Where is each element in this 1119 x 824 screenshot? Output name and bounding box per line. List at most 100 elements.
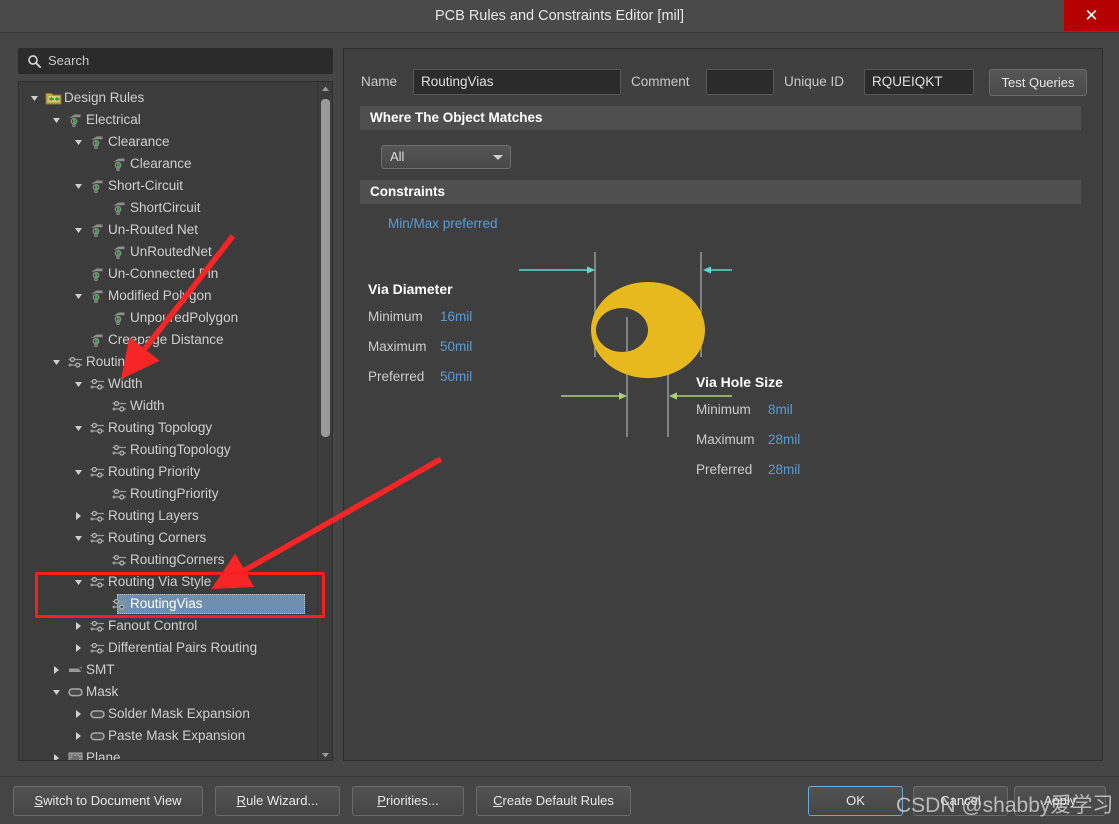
tree-item-label: Width [108,376,143,391]
routing-rule-icon [111,486,128,502]
tree-item-label: RoutingPriority [130,486,219,501]
tree-item-solder-mask-expansion[interactable]: Solder Mask Expansion [19,703,317,725]
tree-item-label: Creepage Distance [108,332,224,347]
search-input[interactable]: Search [18,48,333,74]
via-hole-preferred-label: Preferred [696,462,753,477]
tree-item-unroutednet[interactable]: UnRoutedNet [19,241,317,263]
unique-id-input[interactable]: RQUEIQKT [864,69,974,95]
scrollbar-thumb[interactable] [321,99,330,437]
tree-item-label: Short-Circuit [108,178,184,193]
expander-collapse-icon[interactable] [51,109,62,131]
tree-item-routing-priority[interactable]: Routing Priority [19,461,317,483]
routing-rule-icon [89,376,106,392]
expander-expand-icon[interactable] [51,747,62,760]
expander-collapse-icon[interactable] [73,373,84,395]
tree-item-routing-layers[interactable]: Routing Layers [19,505,317,527]
priorities-button[interactable]: Priorities... [352,786,464,816]
ok-button[interactable]: OK [808,786,903,816]
expander-collapse-icon[interactable] [51,351,62,373]
via-hole-maximum-value[interactable]: 28mil [768,430,800,450]
close-icon[interactable]: ✕ [1064,0,1119,31]
routing-rule-icon [89,464,106,480]
via-hole-minimum-value[interactable]: 8mil [768,400,793,420]
expander-collapse-icon[interactable] [73,131,84,153]
expander-expand-icon[interactable] [73,725,84,747]
rule-name-input[interactable]: RoutingVias [413,69,621,95]
tree-item-clearance[interactable]: Clearance [19,153,317,175]
tree-item-paste-mask-expansion[interactable]: Paste Mask Expansion [19,725,317,747]
expander-collapse-icon[interactable] [73,527,84,549]
tree-item-un-routed-net[interactable]: Un-Routed Net [19,219,317,241]
tree-item-label: Electrical [86,112,141,127]
tree-item-clearance[interactable]: Clearance [19,131,317,153]
window-title: PCB Rules and Constraints Editor [mil] [434,8,684,24]
expander-collapse-icon[interactable] [73,285,84,307]
tree-item-modified-polygon[interactable]: Modified Polygon [19,285,317,307]
via-diameter-preferred-value[interactable]: 50mil [440,367,472,387]
expander-collapse-icon[interactable] [73,571,84,593]
tree-item-un-connected-pin[interactable]: Un-Connected Pin [19,263,317,285]
minmax-preferred-link[interactable]: Min/Max preferred [388,214,498,234]
tree-item-routing-corners[interactable]: Routing Corners [19,527,317,549]
tree-item-creepage-distance[interactable]: Creepage Distance [19,329,317,351]
scroll-down-icon[interactable] [318,747,332,760]
tree-item-routingtopology[interactable]: RoutingTopology [19,439,317,461]
tree-item-electrical[interactable]: Electrical [19,109,317,131]
routing-rule-icon [89,420,106,436]
tree-item-routing[interactable]: Routing [19,351,317,373]
apply-button[interactable]: Apply [1014,786,1106,816]
expander-expand-icon[interactable] [73,637,84,659]
tree-item-shortcircuit[interactable]: ShortCircuit [19,197,317,219]
tree-item-width[interactable]: Width [19,373,317,395]
expander-expand-icon[interactable] [51,659,62,681]
design-rules-folder-icon [45,90,62,106]
tree-item-routing-topology[interactable]: Routing Topology [19,417,317,439]
tree-item-smt[interactable]: SMT [19,659,317,681]
tree-item-label: Clearance [130,156,192,171]
tree-item-width[interactable]: Width [19,395,317,417]
via-hole-preferred-value[interactable]: 28mil [768,460,800,480]
dialog-body: Search Design Rules Electrical Clearance Cl… [0,33,1119,776]
tree-item-fanout-control[interactable]: Fanout Control [19,615,317,637]
scope-dropdown[interactable]: All [381,145,511,169]
tree-item-unpouredpolygon[interactable]: UnpouredPolygon [19,307,317,329]
expander-expand-icon[interactable] [73,615,84,637]
expander-collapse-icon[interactable] [73,175,84,197]
rule-wizard-button[interactable]: Rule Wizard... [215,786,340,816]
via-diameter-minimum-value[interactable]: 16mil [440,307,472,327]
create-default-rules-button[interactable]: Create Default Rules [476,786,631,816]
tree-item-routingcorners[interactable]: RoutingCorners [19,549,317,571]
tree-item-design-rules[interactable]: Design Rules [19,87,317,109]
tree-item-short-circuit[interactable]: Short-Circuit [19,175,317,197]
design-rules-tree[interactable]: Design Rules Electrical Clearance Clearance… [18,81,333,761]
expander-collapse-icon[interactable] [73,417,84,439]
tree-item-differential-pairs-routing[interactable]: Differential Pairs Routing [19,637,317,659]
electrical-rule-icon [89,222,106,238]
cancel-button[interactable]: Cancel [913,786,1008,816]
expander-collapse-icon[interactable] [73,219,84,241]
expander-expand-icon[interactable] [73,703,84,725]
tree-item-routingvias[interactable]: RoutingVias [19,593,317,615]
tree-item-routing-via-style[interactable]: Routing Via Style [19,571,317,593]
expander-expand-icon[interactable] [73,505,84,527]
tree-item-plane[interactable]: Plane [19,747,317,760]
electrical-rule-icon [89,332,106,348]
tree-item-label: Solder Mask Expansion [108,706,250,721]
electrical-rule-icon [89,266,106,282]
expander-collapse-icon[interactable] [73,461,84,483]
tree-vertical-scrollbar[interactable] [317,82,332,760]
switch-to-document-view-button[interactable]: Switch to Document View [13,786,203,816]
scroll-up-icon[interactable] [318,82,332,97]
tree-item-routingpriority[interactable]: RoutingPriority [19,483,317,505]
via-hole-size-title: Via Hole Size [696,374,783,390]
via-diameter-maximum-value[interactable]: 50mil [440,337,472,357]
expander-collapse-icon[interactable] [29,87,40,109]
tree-item-label: Routing Corners [108,530,207,545]
test-queries-button[interactable]: Test Queries [989,69,1087,96]
tree-item-label: RoutingCorners [130,552,225,567]
expander-collapse-icon[interactable] [51,681,62,703]
routing-rule-icon [89,574,106,590]
tree-item-mask[interactable]: Mask [19,681,317,703]
rule-comment-input[interactable] [706,69,774,95]
tree-item-label: Modified Polygon [108,288,212,303]
